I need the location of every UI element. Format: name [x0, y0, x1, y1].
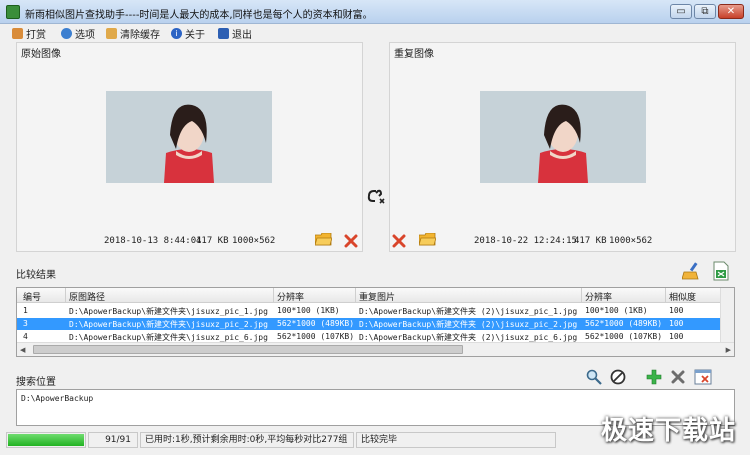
original-image-label: 原始图像 [21, 49, 61, 60]
cell-no: 3 [23, 319, 28, 328]
original-filesize: 417 KB [196, 236, 229, 246]
cell-duplicate-path: D:\ApowerBackup\新建文件夹 (2)\jisuxz_pic_1.j… [359, 307, 578, 316]
window-title: 新雨相似图片查找助手----时间是人最大的成本,同样也是每个人的资本和财富。 [25, 10, 373, 21]
cell-resolution: 562*1000 (489KB) [585, 319, 663, 328]
menu-label: 选项 [75, 30, 95, 41]
cell-no: 1 [23, 306, 28, 315]
column-header[interactable]: 重复图片 [359, 290, 395, 303]
original-image-thumbnail [106, 91, 272, 183]
column-header[interactable]: 分辨率 [277, 290, 304, 303]
table-row[interactable]: 1 D:\ApowerBackup\新建文件夹\jisuxz_pic_1.jpg… [17, 305, 720, 317]
watermark: 极速下载站 [600, 416, 736, 446]
cell-original-path: D:\ApowerBackup\新建文件夹\jisuxz_pic_2.jpg [69, 320, 268, 329]
column-header[interactable]: 分辨率 [585, 290, 612, 303]
clean-results-icon[interactable] [682, 262, 702, 280]
app-icon [6, 5, 20, 19]
cell-resolution: 562*1000 (489KB) [277, 319, 355, 328]
options-icon [61, 28, 72, 39]
cell-original-path: D:\ApowerBackup\新建文件夹\jisuxz_pic_1.jpg [69, 307, 268, 316]
broom-icon [106, 28, 117, 39]
open-folder-icon[interactable] [315, 233, 332, 246]
horizontal-scrollbar[interactable]: ◀ ▶ [17, 342, 734, 356]
info-icon: i [171, 28, 182, 39]
cell-resolution: 100*100 (1KB) [585, 306, 648, 315]
exit-icon [218, 28, 229, 39]
progress-bar [6, 432, 86, 448]
duplicate-image-thumbnail [480, 91, 646, 183]
link-compare-icon [367, 189, 385, 204]
search-location-label: 搜索位置 [16, 377, 56, 388]
open-folder-icon[interactable] [419, 233, 436, 246]
original-dimensions: 1000×562 [232, 236, 276, 246]
table-header: 编号 原图路径 分辨率 重复图片 分辨率 相似度 [17, 288, 720, 303]
restore-button[interactable]: ⧉ [694, 4, 716, 19]
cell-no: 4 [23, 332, 28, 341]
results-table[interactable]: 编号 原图路径 分辨率 重复图片 分辨率 相似度 1 D:\ApowerBack… [16, 287, 735, 357]
menu-item-exit[interactable]: 退出 [218, 26, 252, 41]
time-status: 已用时:1秒,预计剩余用时:0秒,平均每秒对比277组 [140, 432, 354, 448]
remove-icon[interactable] [671, 370, 685, 384]
menu-item-about[interactable]: i 关于 [171, 26, 205, 41]
scroll-right-icon[interactable]: ▶ [726, 346, 731, 354]
cell-similarity: 100 [669, 332, 684, 341]
duplicate-filesize: 417 KB [574, 236, 607, 246]
table-row-selected[interactable]: 3 D:\ApowerBackup\新建文件夹\jisuxz_pic_2.jpg… [17, 318, 720, 330]
delete-icon[interactable] [392, 234, 406, 248]
duplicate-date: 2018-10-22 12:24:15 [474, 236, 577, 246]
search-path-item[interactable]: D:\ApowerBackup [21, 394, 93, 403]
menu-bar: 打赏 选项 清除缓存 i 关于 退出 [0, 24, 750, 42]
results-label: 比较结果 [16, 270, 56, 281]
progress-fill [8, 434, 84, 446]
clear-list-icon[interactable] [694, 368, 712, 386]
stop-icon[interactable] [610, 369, 626, 385]
delete-icon[interactable] [344, 234, 358, 248]
duplicate-image-label: 重复图像 [394, 49, 434, 60]
vertical-scrollbar[interactable] [720, 288, 734, 343]
cell-resolution: 562*1000 (107KB) [277, 332, 355, 341]
progress-count: 91/91 [88, 432, 138, 448]
result-status: 比较完毕 [356, 432, 556, 448]
column-header[interactable]: 相似度 [669, 290, 696, 303]
menu-item-options[interactable]: 选项 [61, 26, 95, 41]
minimize-button[interactable]: ▭ [670, 4, 692, 19]
scroll-left-icon[interactable]: ◀ [20, 346, 25, 354]
cell-similarity: 100 [669, 306, 684, 315]
close-button[interactable]: ✕ [718, 4, 744, 19]
title-bar: 新雨相似图片查找助手----时间是人最大的成本,同样也是每个人的资本和财富。 ▭… [0, 0, 750, 24]
gift-icon [12, 28, 23, 39]
menu-label: 清除缓存 [120, 30, 160, 41]
original-date: 2018-10-13 8:44:01 [104, 236, 202, 246]
column-header[interactable]: 编号 [23, 290, 41, 303]
export-results-icon[interactable] [712, 261, 730, 281]
menu-item-donate[interactable]: 打赏 [12, 26, 46, 41]
menu-label: 打赏 [26, 30, 46, 41]
menu-item-clear-cache[interactable]: 清除缓存 [106, 26, 160, 41]
cell-resolution: 562*1000 (107KB) [585, 332, 663, 341]
cell-similarity: 100 [669, 319, 684, 328]
add-icon[interactable] [646, 369, 662, 385]
column-header[interactable]: 原图路径 [69, 290, 105, 303]
menu-label: 退出 [232, 30, 252, 41]
menu-label: 关于 [185, 30, 205, 41]
cell-resolution: 100*100 (1KB) [277, 306, 340, 315]
search-icon[interactable] [586, 369, 602, 385]
scroll-thumb[interactable] [33, 345, 463, 354]
duplicate-dimensions: 1000×562 [609, 236, 653, 246]
cell-duplicate-path: D:\ApowerBackup\新建文件夹 (2)\jisuxz_pic_2.j… [359, 320, 578, 329]
